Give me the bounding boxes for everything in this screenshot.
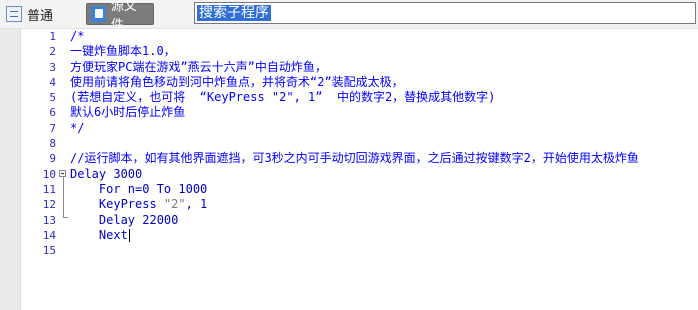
text-caret (128, 228, 130, 242)
code-statement: For n=0 To 1000 (70, 181, 208, 196)
tab-source-file[interactable]: 源文件 (86, 0, 154, 33)
code-line[interactable]: Delay 3000 (70, 167, 696, 182)
code-comment: 方便玩家PC端在游戏”燕云十六声”中自动炸鱼， (70, 59, 327, 74)
line-number: 11 (42, 182, 56, 196)
code-comment: 一键炸鱼脚本1.0， (70, 44, 176, 59)
code-line[interactable] (70, 243, 696, 258)
tab-normal-label: 普通 (27, 8, 54, 24)
code-string: "2" (163, 197, 186, 212)
code-line[interactable]: Next (70, 228, 696, 243)
editor-gutter (0, 29, 21, 310)
fold-guide-end (63, 217, 68, 218)
code-comment: */ (70, 120, 85, 135)
code-line[interactable]: 一键炸鱼脚本1.0， (70, 44, 696, 59)
line-number: 3 (49, 60, 56, 74)
code-line[interactable]: */ (70, 121, 696, 136)
subroutine-search-dropdown[interactable]: 搜索子程序 (194, 2, 696, 24)
code-comment: (若想自定义，也可将 “KeyPress "2", 1” 中的数字2，替换成其他… (70, 90, 496, 105)
source-file-icon (91, 6, 106, 22)
line-number: 2 (49, 45, 56, 59)
line-number: 1 (49, 30, 56, 43)
line-numbers: 1 2 3 4 5 6 7 8 9 10 11 12 13 14 15 (20, 29, 56, 258)
line-number: 6 (49, 106, 56, 120)
line-number: 9 (49, 152, 56, 166)
code-line[interactable]: KeyPress "2", 1 (70, 197, 696, 212)
code-editor[interactable]: /* 一键炸鱼脚本1.0， 方便玩家PC端在游戏”燕云十六声”中自动炸鱼， 使用前请将… (70, 29, 696, 258)
tab-normal[interactable]: 普通 (2, 3, 74, 25)
line-number: 8 (49, 137, 56, 151)
line-number: 12 (42, 198, 56, 212)
code-comment: //运行脚本，如有其他界面遮挡，可3秒之内可手动切回游戏界面，之后通过按键数字2… (70, 151, 639, 166)
code-args: , 1 (185, 197, 208, 212)
code-line[interactable]: 使用前请将角色移动到河中炸鱼点，并将奇术“2”装配成太极， (70, 75, 696, 90)
line-number: 5 (49, 91, 56, 105)
line-number: 4 (49, 75, 56, 89)
search-value: 搜索子程序 (197, 5, 271, 21)
code-line[interactable]: 默认6小时后停止炸鱼 (70, 105, 696, 120)
document-icon (6, 6, 22, 22)
line-number: 7 (49, 121, 56, 135)
code-line[interactable]: Delay 22000 (70, 213, 696, 228)
code-keyword: KeyPress (70, 197, 164, 212)
line-number: 13 (42, 213, 56, 227)
code-statement: Next (70, 227, 128, 242)
fold-collapse-icon[interactable] (59, 170, 66, 177)
toolbar: 普通 源文件 搜索子程序 (0, 0, 698, 33)
code-line[interactable]: 方便玩家PC端在游戏”燕云十六声”中自动炸鱼， (70, 60, 696, 75)
line-number: 15 (42, 244, 56, 258)
fold-guide-line (63, 177, 64, 217)
code-line[interactable]: For n=0 To 1000 (70, 182, 696, 197)
code-comment: 默认6小时后停止炸鱼 (70, 105, 186, 120)
code-line[interactable]: (若想自定义，也可将 “KeyPress "2", 1” 中的数字2，替换成其他… (70, 90, 696, 105)
code-statement: Delay 22000 (70, 212, 179, 227)
code-comment: 使用前请将角色移动到河中炸鱼点，并将奇术“2”装配成太极， (70, 74, 404, 89)
code-comment: /* (70, 29, 85, 43)
code-statement: Delay 3000 (70, 166, 143, 181)
code-line[interactable]: //运行脚本，如有其他界面遮挡，可3秒之内可手动切回游戏界面，之后通过按键数字2… (70, 151, 696, 166)
line-number: 14 (42, 228, 56, 242)
code-line[interactable]: /* (70, 29, 696, 44)
line-number: 10 (42, 167, 56, 181)
code-line[interactable] (70, 136, 696, 151)
